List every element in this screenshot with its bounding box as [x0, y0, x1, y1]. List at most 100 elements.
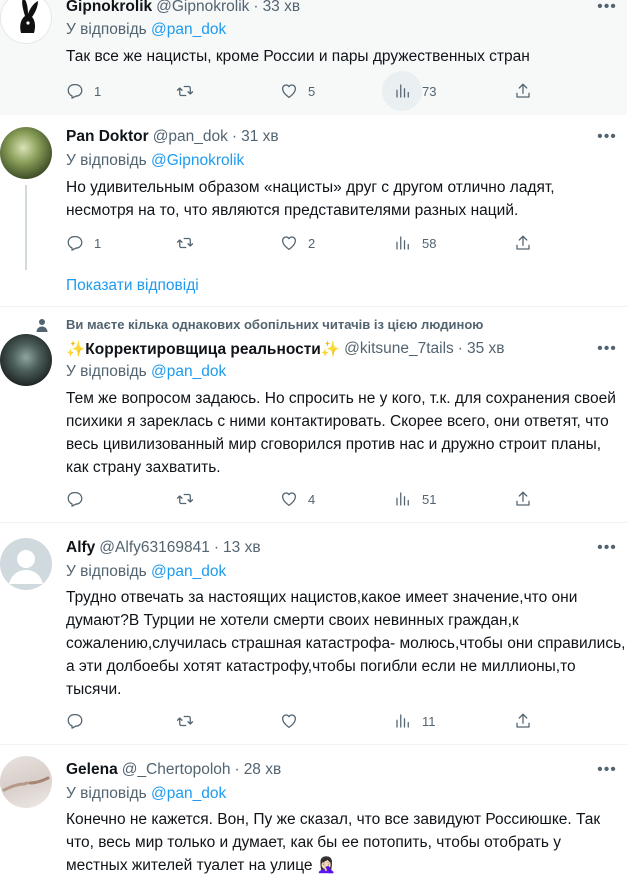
display-name[interactable]: Gipnokrolik [66, 0, 152, 16]
action-bar: 1 5 73 [66, 71, 546, 111]
reply-prefix: У відповідь [66, 21, 147, 38]
views-chart-icon [396, 84, 409, 98]
views-button[interactable]: 51 [394, 488, 436, 510]
views-chart-icon [396, 714, 409, 728]
retweet-button[interactable] [176, 488, 204, 510]
separator-dot: · [213, 539, 220, 556]
show-replies-link[interactable]: Показати відповіді [66, 277, 199, 295]
timestamp[interactable]: 31 хв [241, 128, 279, 146]
display-name[interactable]: ✨Корректировщица реальности✨ [66, 340, 340, 359]
share-icon [516, 83, 530, 98]
reply-button[interactable]: 1 [66, 80, 101, 102]
heart-icon [281, 714, 297, 729]
tweet-text: Так все же нацисты, кроме России и пары … [66, 48, 530, 65]
tweet-3[interactable]: Ви маєте кілька однакових обопільних чит… [0, 307, 627, 522]
share-button[interactable] [514, 488, 532, 510]
tweet-header: Alfy @Alfy63169841 · 13 хв [66, 538, 261, 558]
retweet-button[interactable] [176, 710, 204, 732]
reply-context: У відповідь @pan_dok [66, 363, 226, 381]
display-name[interactable]: Alfy [66, 539, 95, 557]
tweet-header: Gelena @_Chertopoloh · 28 хв [66, 760, 281, 780]
user-handle[interactable]: @Alfy63169841 [99, 539, 210, 557]
views-count: 73 [422, 83, 437, 99]
share-icon [516, 713, 530, 728]
avatar-playboy-bunny[interactable] [0, 0, 52, 44]
tweet-text: Трудно отвечать за настоящих нацистов,ка… [66, 589, 626, 698]
tweet-header: Pan Doktor @pan_dok · 31 хв [66, 127, 279, 147]
reply-mention[interactable]: @pan_dok [151, 21, 226, 38]
reply-context: У відповідь @Gipnokrolik [66, 152, 244, 170]
views-chart-icon [396, 492, 409, 506]
person-icon [36, 319, 48, 332]
reply-mention[interactable]: @pan_dok [151, 563, 226, 580]
views-button[interactable]: 73 [382, 71, 437, 111]
like-button[interactable]: 5 [280, 80, 315, 102]
avatar-gelena[interactable] [0, 756, 52, 808]
action-bar: 11 [66, 710, 546, 732]
reply-mention[interactable]: @pan_dok [151, 785, 226, 802]
more-options-icon[interactable]: ••• [597, 339, 617, 359]
views-count: 51 [422, 491, 437, 507]
user-handle[interactable]: @pan_dok [153, 128, 228, 146]
reply-icon [67, 83, 83, 99]
reply-mention[interactable]: @Gipnokrolik [151, 152, 244, 169]
reply-count: 1 [94, 83, 102, 99]
more-options-icon[interactable]: ••• [597, 760, 617, 780]
more-options-icon[interactable]: ••• [597, 0, 617, 17]
display-name[interactable]: Gelena [66, 761, 118, 779]
share-icon [516, 235, 530, 250]
separator-dot: · [253, 0, 259, 15]
reply-prefix: У відповідь [66, 363, 147, 380]
reply-prefix: У відповідь [66, 152, 147, 169]
tweet-header: ✨Корректировщица реальности✨ @kitsune_7t… [66, 339, 505, 359]
like-button[interactable]: 2 [280, 232, 315, 254]
share-button[interactable] [514, 80, 532, 102]
display-name[interactable]: Pan Doktor [66, 128, 149, 146]
more-options-icon[interactable]: ••• [597, 127, 617, 147]
reply-context: У відповідь @pan_dok [66, 785, 226, 803]
like-button[interactable]: 4 [280, 488, 315, 510]
reply-button[interactable] [66, 488, 94, 510]
user-handle[interactable]: @_Chertopoloh [122, 761, 231, 779]
separator-dot: · [234, 761, 240, 778]
retweet-button[interactable] [176, 80, 204, 102]
heart-icon [281, 492, 297, 507]
timestamp[interactable]: 33 хв [263, 0, 301, 16]
timestamp[interactable]: 28 хв [244, 761, 282, 779]
user-handle[interactable]: @kitsune_7tails [344, 340, 454, 358]
like-count: 5 [308, 83, 316, 99]
reply-context: У відповідь @pan_dok [66, 563, 226, 581]
action-bar: 1 2 58 [66, 232, 546, 254]
user-handle[interactable]: @Gipnokrolik [156, 0, 249, 16]
reply-mention[interactable]: @pan_dok [151, 363, 226, 380]
action-bar: 4 51 [66, 488, 546, 510]
reply-button[interactable] [66, 710, 94, 732]
tweet-4[interactable]: Alfy @Alfy63169841 · 13 хв ••• У відпові… [0, 522, 627, 744]
like-button[interactable] [280, 710, 308, 732]
views-button[interactable]: 58 [394, 232, 436, 254]
timestamp[interactable]: 13 хв [223, 539, 261, 557]
avatar-pan-doktor[interactable] [0, 127, 52, 179]
views-count: 58 [422, 235, 437, 251]
bunny-logo-icon [20, 0, 38, 33]
reply-icon [67, 491, 83, 507]
like-count: 2 [308, 235, 316, 251]
avatar-kitsune[interactable] [0, 334, 52, 386]
share-button[interactable] [514, 232, 532, 254]
timestamp[interactable]: 35 хв [467, 340, 505, 358]
views-chart-icon [396, 236, 409, 250]
avatar-default[interactable] [0, 538, 52, 590]
reply-button[interactable]: 1 [66, 232, 101, 254]
tweet-1[interactable]: Gipnokrolik @Gipnokrolik · 33 хв ••• У в… [0, 0, 627, 115]
views-button[interactable]: 11 [394, 710, 436, 732]
retweet-button[interactable] [176, 232, 204, 254]
tweet-5[interactable]: Gelena @_Chertopoloh · 28 хв ••• У відпо… [0, 744, 627, 881]
hands-artwork-icon [2, 776, 50, 792]
tweet-2[interactable]: Pan Doktor @pan_dok · 31 хв ••• У відпов… [0, 115, 627, 307]
reply-prefix: У відповідь [66, 785, 147, 802]
share-button[interactable] [514, 710, 532, 732]
reply-count: 1 [94, 235, 102, 251]
tweet-header: Gipnokrolik @Gipnokrolik · 33 хв [66, 0, 300, 17]
tweet-text: Конечно не кажется. Вон, Пу же сказал, ч… [66, 811, 601, 874]
more-options-icon[interactable]: ••• [597, 538, 617, 558]
